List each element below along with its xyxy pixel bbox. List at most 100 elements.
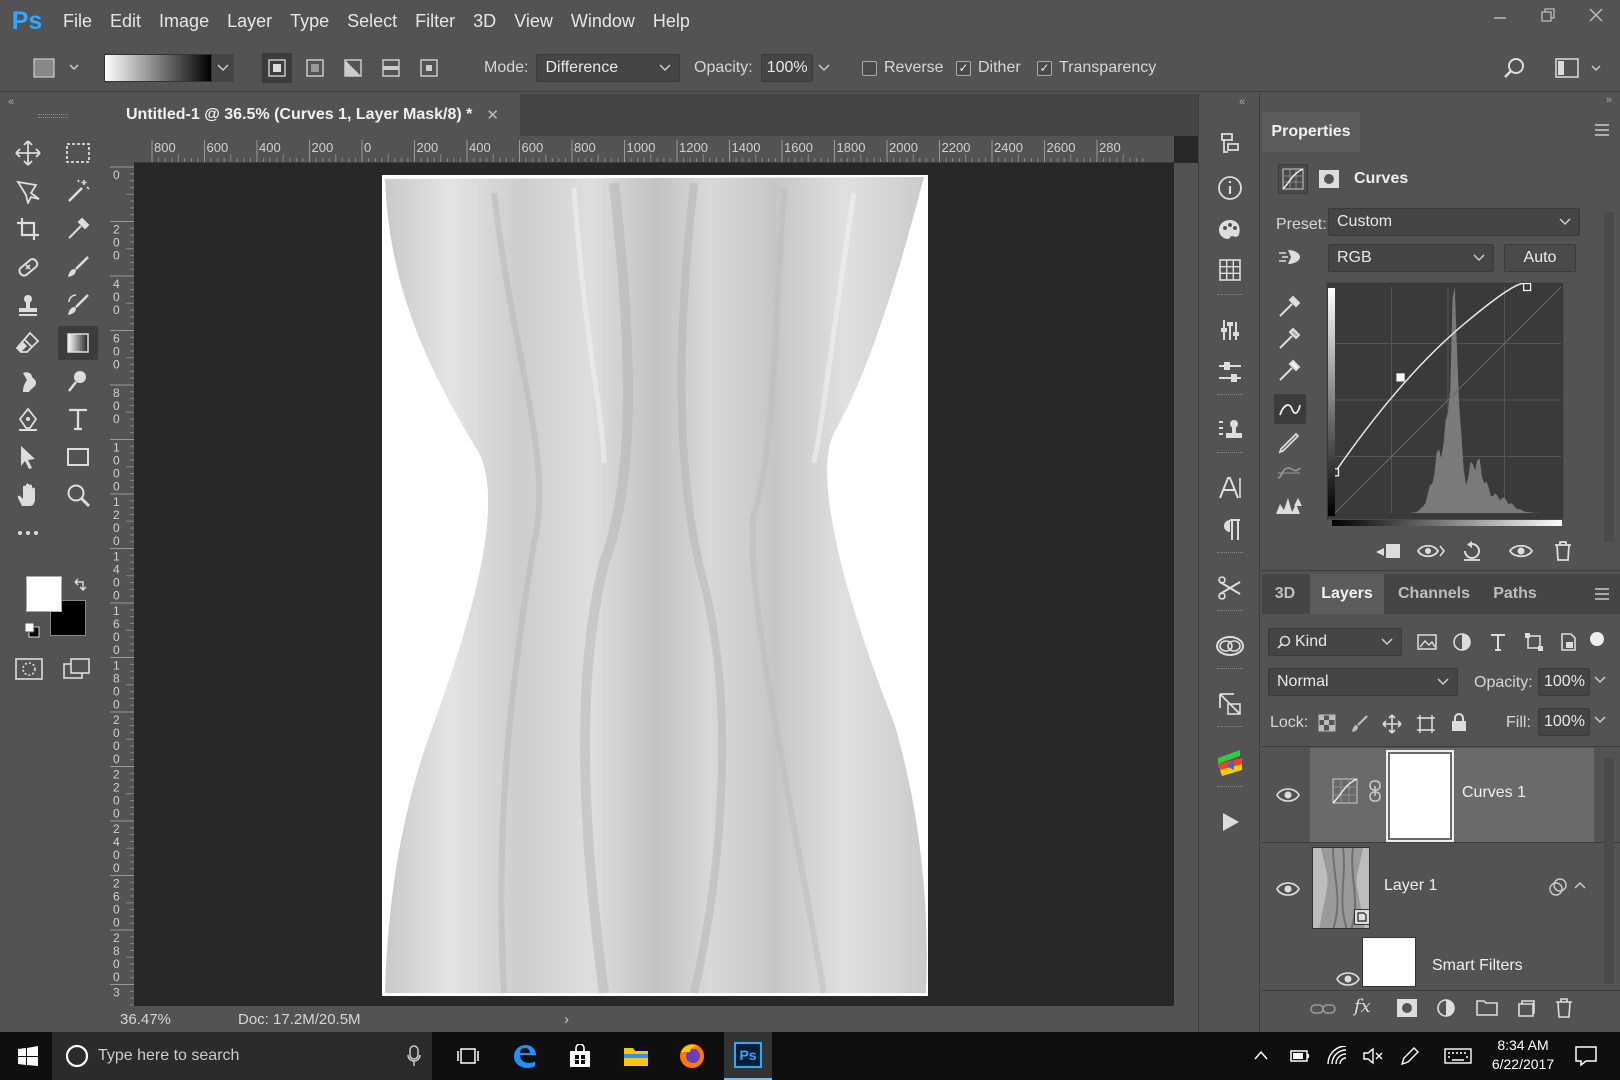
vertical-ruler[interactable]: 0200400600800100012001400160018002000220… (108, 163, 134, 1006)
targeted-adjust-icon[interactable] (1276, 244, 1304, 270)
gradient-tool-icon[interactable] (58, 326, 98, 360)
swap-colors-icon[interactable] (72, 578, 88, 594)
more-tools-icon[interactable] (8, 516, 48, 550)
minimize-button[interactable] (1476, 0, 1524, 30)
eyedropper-tool-icon[interactable] (58, 212, 98, 246)
search-button[interactable] (1502, 54, 1526, 82)
expand-strip-icon[interactable]: « (1239, 96, 1245, 108)
tab-properties[interactable]: Properties (1262, 112, 1360, 152)
default-colors-icon[interactable] (24, 622, 40, 638)
photoshop-taskbar-icon[interactable]: Ps (724, 1032, 772, 1080)
volume-muted-icon[interactable] (1362, 1046, 1384, 1066)
tab-paths[interactable]: Paths (1484, 574, 1546, 614)
strip-grip-5[interactable] (1217, 610, 1243, 613)
layer-mask-thumbnail[interactable] (1386, 750, 1454, 842)
add-mask-icon[interactable] (1396, 998, 1418, 1018)
layer-name-curves[interactable]: Curves 1 (1462, 784, 1526, 802)
strip-grip-6[interactable] (1217, 668, 1243, 671)
workspace-switcher[interactable] (1554, 54, 1604, 82)
eraser-tool-icon[interactable] (8, 326, 48, 360)
zoom-tool-icon[interactable] (58, 478, 98, 512)
smart-filter-indicator-icon[interactable] (1548, 877, 1568, 897)
restore-button[interactable] (1524, 0, 1572, 30)
filter-shape-icon[interactable] (1524, 632, 1544, 652)
close-window-button[interactable] (1572, 0, 1620, 30)
paragraph-icon[interactable] (1199, 510, 1261, 550)
wifi-icon[interactable] (1326, 1046, 1348, 1066)
clip-to-layer-icon[interactable] (1374, 540, 1402, 562)
pen-workspace-icon[interactable] (1398, 1046, 1420, 1066)
dither-checkbox[interactable]: ✓ Dither (956, 54, 1021, 82)
toggle-visibility-icon[interactable] (1508, 540, 1534, 562)
opacity-input[interactable]: 100% (760, 54, 813, 82)
curve-point[interactable] (1396, 373, 1405, 382)
lock-artboard-icon[interactable] (1416, 714, 1436, 734)
quick-mask-icon[interactable] (14, 656, 44, 682)
history-icon[interactable] (1199, 124, 1261, 164)
preset-select[interactable]: Custom (1328, 208, 1580, 236)
brush-tool-icon[interactable] (58, 250, 98, 284)
diamond-gradient-icon[interactable] (414, 53, 444, 83)
marquee-tool-icon[interactable] (58, 136, 98, 170)
link-layers-icon[interactable] (1310, 1000, 1336, 1018)
canvas[interactable] (134, 163, 1174, 1006)
menu-type[interactable]: Type (281, 11, 338, 32)
path-selection-icon[interactable] (8, 440, 48, 474)
curve-point[interactable] (1523, 283, 1532, 292)
fill-input[interactable]: 100% (1538, 708, 1590, 736)
opacity-dropdown[interactable] (813, 54, 835, 82)
white-point-eyedropper-icon[interactable] (1276, 358, 1302, 384)
filter-adjustment-icon[interactable] (1452, 632, 1472, 652)
plugin-icon[interactable] (1199, 742, 1261, 782)
transparency-checkbox[interactable]: ✓ Transparency (1037, 54, 1156, 82)
properties-menu-icon[interactable] (1594, 124, 1610, 136)
firefox-icon[interactable] (668, 1032, 716, 1080)
menu-3d[interactable]: 3D (464, 11, 505, 32)
layer-filter-select[interactable]: Kind (1268, 628, 1402, 656)
adjustments-icon[interactable] (1199, 310, 1261, 350)
layer-row-curves[interactable]: Curves 1 (1310, 748, 1594, 842)
lock-transparent-icon[interactable] (1318, 714, 1336, 732)
edge-browser-icon[interactable] (500, 1032, 548, 1080)
color-icon[interactable] (1199, 210, 1261, 250)
blend-mode-select[interactable]: Normal (1268, 668, 1458, 696)
measurement-icon[interactable] (1199, 684, 1261, 724)
crop-tool-icon[interactable] (8, 212, 48, 246)
keyboard-icon[interactable] (1444, 1046, 1472, 1066)
layer-style-fx-icon[interactable]: fx (1354, 996, 1371, 1017)
horizontal-ruler[interactable]: 800 600 400 200 0 200 400 600 800 1000 1200 1400 160… (134, 136, 1174, 163)
healing-brush-icon[interactable] (8, 250, 48, 284)
character-icon[interactable] (1199, 468, 1261, 508)
history-brush-icon[interactable] (58, 288, 98, 322)
menu-edit[interactable]: Edit (101, 11, 150, 32)
layer-mask-icon[interactable] (1314, 164, 1344, 194)
curve-line[interactable] (1334, 283, 1528, 473)
new-layer-icon[interactable] (1516, 998, 1536, 1018)
menu-view[interactable]: View (505, 11, 562, 32)
layer-row-layer1[interactable]: Layer 1 (1310, 843, 1594, 935)
task-view-icon[interactable] (444, 1032, 492, 1080)
draw-curve-pencil-icon[interactable] (1276, 430, 1302, 456)
swatches-icon[interactable] (1199, 250, 1261, 290)
curve-graph[interactable] (1326, 282, 1564, 520)
filter-smart-object-icon[interactable] (1558, 632, 1578, 652)
tab-layers[interactable]: Layers (1310, 574, 1384, 614)
zoom-level[interactable]: 36.47% (120, 1011, 232, 1028)
smooth-curve-icon[interactable] (1276, 460, 1302, 486)
lasso-tool-icon[interactable] (8, 174, 48, 208)
close-tab-icon[interactable]: ✕ (486, 106, 499, 124)
layer-name-smart-filters[interactable]: Smart Filters (1432, 957, 1523, 975)
move-tool-icon[interactable] (8, 136, 48, 170)
mode-select[interactable]: Difference (536, 54, 681, 82)
dodge-tool-icon[interactable] (58, 364, 98, 398)
strip-grip-4[interactable] (1217, 552, 1243, 555)
layer-opacity-dropdown[interactable] (1594, 676, 1606, 684)
reset-adjustment-icon[interactable] (1460, 540, 1484, 562)
magic-wand-icon[interactable] (58, 174, 98, 208)
menu-filter[interactable]: Filter (406, 11, 464, 32)
layers-menu-icon[interactable] (1594, 588, 1610, 600)
menu-file[interactable]: File (54, 11, 101, 32)
status-menu-icon[interactable]: › (564, 1011, 569, 1028)
menu-select[interactable]: Select (338, 11, 406, 32)
filter-toggle-icon[interactable] (1590, 632, 1604, 646)
